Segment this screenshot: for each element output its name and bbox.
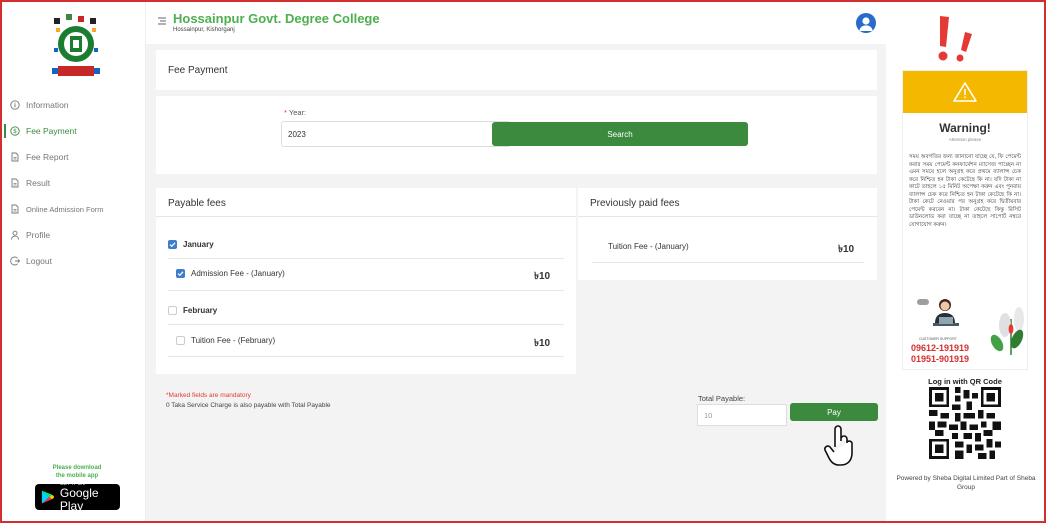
payable-fees-title: Payable fees xyxy=(168,198,226,209)
divider xyxy=(156,216,576,217)
february-checkbox[interactable] xyxy=(168,306,177,315)
total-payable-label: Total Payable: xyxy=(698,394,746,403)
sidebar-item-label: Online Admission Form xyxy=(26,204,104,214)
previously-paid-title: Previously paid fees xyxy=(590,198,680,209)
sidebar-item-fee-payment[interactable]: $ Fee Payment xyxy=(2,118,146,144)
paid-fee-row: Tuition Fee - (January) xyxy=(608,242,689,251)
plant-illustration xyxy=(990,307,1024,355)
document-icon xyxy=(10,204,20,214)
sidebar: Information $ Fee Payment Fee Report Res… xyxy=(2,2,146,521)
download-app-text: Please download the mobile app xyxy=(52,465,102,479)
check-icon xyxy=(177,271,184,277)
fee-amount: ৳10 xyxy=(534,271,551,282)
page-title-card: Fee Payment xyxy=(156,50,877,90)
fee-amount: ৳10 xyxy=(534,338,551,349)
user-icon xyxy=(859,17,873,31)
qr-code[interactable] xyxy=(929,387,1001,459)
google-play-button[interactable]: GET IT ON Google Play xyxy=(35,481,120,513)
ad-panel: Warning! Attention please সময় অবগতির জন… xyxy=(886,2,1044,521)
college-location: Hossainpur, Kishorganj xyxy=(173,27,235,33)
main-content: Hossainpur Govt. Degree College Hossainp… xyxy=(146,2,886,521)
divider xyxy=(592,262,864,263)
month-row-february[interactable]: February xyxy=(168,306,217,315)
page-title: Fee Payment xyxy=(168,65,228,76)
hand-pointer-icon xyxy=(824,425,853,466)
month-row-january[interactable]: January xyxy=(168,240,214,249)
college-title: Hossainpur Govt. Degree College xyxy=(173,11,380,26)
fee-row-tuition-february[interactable]: Tuition Fee - (February) xyxy=(176,336,275,345)
google-play-icon xyxy=(41,490,54,504)
warning-title: Warning! xyxy=(939,121,991,135)
menu-icon[interactable] xyxy=(158,17,166,25)
user-avatar[interactable] xyxy=(856,13,876,33)
total-payable-input: 10 xyxy=(697,404,787,426)
customer-support-illustration xyxy=(917,299,959,326)
sidebar-item-online-admission-form[interactable]: Online Admission Form xyxy=(2,196,146,222)
sidebar-nav: Information $ Fee Payment Fee Report Res… xyxy=(2,92,146,274)
divider xyxy=(168,258,564,259)
qr-login-title: Log in with QR Code xyxy=(928,377,1002,386)
tuition-fee-checkbox[interactable] xyxy=(176,336,185,345)
year-select[interactable]: 2023 ⌄ xyxy=(281,121,511,147)
warning-message: সময় অবগতির জন্য জানানো যাচ্ছে যে, ফি পে… xyxy=(909,154,1021,228)
warning-card: Warning! Attention please সময় অবগতির জন… xyxy=(902,70,1028,370)
document-icon xyxy=(10,178,20,188)
sidebar-item-label: Fee Payment xyxy=(26,126,77,136)
sidebar-item-logout[interactable]: Logout xyxy=(2,248,146,274)
svg-text:$: $ xyxy=(13,128,17,135)
admission-fee-checkbox[interactable] xyxy=(176,269,185,278)
sidebar-item-label: Fee Report xyxy=(26,152,69,162)
warning-header xyxy=(903,71,1027,113)
paid-fee-amount: ৳10 xyxy=(838,244,855,255)
user-icon xyxy=(10,230,20,240)
divider xyxy=(578,216,877,217)
logout-icon xyxy=(10,256,20,266)
exclamation-icon xyxy=(938,16,972,62)
warning-triangle-icon xyxy=(953,82,977,102)
service-charge-note: 0 Taka Service Charge is also payable wi… xyxy=(166,402,331,409)
support-phones: 09612-191919 01951-901919 xyxy=(911,343,970,364)
january-checkbox[interactable] xyxy=(168,240,177,249)
powered-by-text: Powered by Sheba Digital Limited Part of… xyxy=(896,475,1036,491)
college-logo xyxy=(52,14,100,76)
pay-button[interactable]: Pay xyxy=(790,403,878,421)
divider xyxy=(168,290,564,291)
sidebar-item-label: Result xyxy=(26,178,51,188)
divider xyxy=(168,356,564,357)
dollar-icon: $ xyxy=(10,126,20,136)
customer-support-label: CUSTOMER SUPPORT xyxy=(919,337,957,341)
sidebar-item-label: Logout xyxy=(26,256,52,266)
mandatory-note: *Marked fields are mandatory xyxy=(166,392,251,399)
sidebar-item-fee-report[interactable]: Fee Report xyxy=(2,144,146,170)
sidebar-item-result[interactable]: Result xyxy=(2,170,146,196)
year-label: * Year: xyxy=(284,108,307,117)
sidebar-item-profile[interactable]: Profile xyxy=(2,222,146,248)
search-button[interactable]: Search xyxy=(492,122,748,146)
divider xyxy=(168,324,564,325)
previously-paid-card: Previously paid fees xyxy=(578,188,877,280)
info-icon xyxy=(10,100,20,110)
check-icon xyxy=(169,242,176,248)
fee-row-admission-january[interactable]: Admission Fee - (January) xyxy=(176,269,285,278)
sidebar-item-label: Information xyxy=(26,100,69,110)
sidebar-item-label: Profile xyxy=(26,230,51,240)
top-bar: Hossainpur Govt. Degree College Hossainp… xyxy=(146,2,886,44)
document-icon xyxy=(10,152,20,162)
sidebar-item-information[interactable]: Information xyxy=(2,92,146,118)
